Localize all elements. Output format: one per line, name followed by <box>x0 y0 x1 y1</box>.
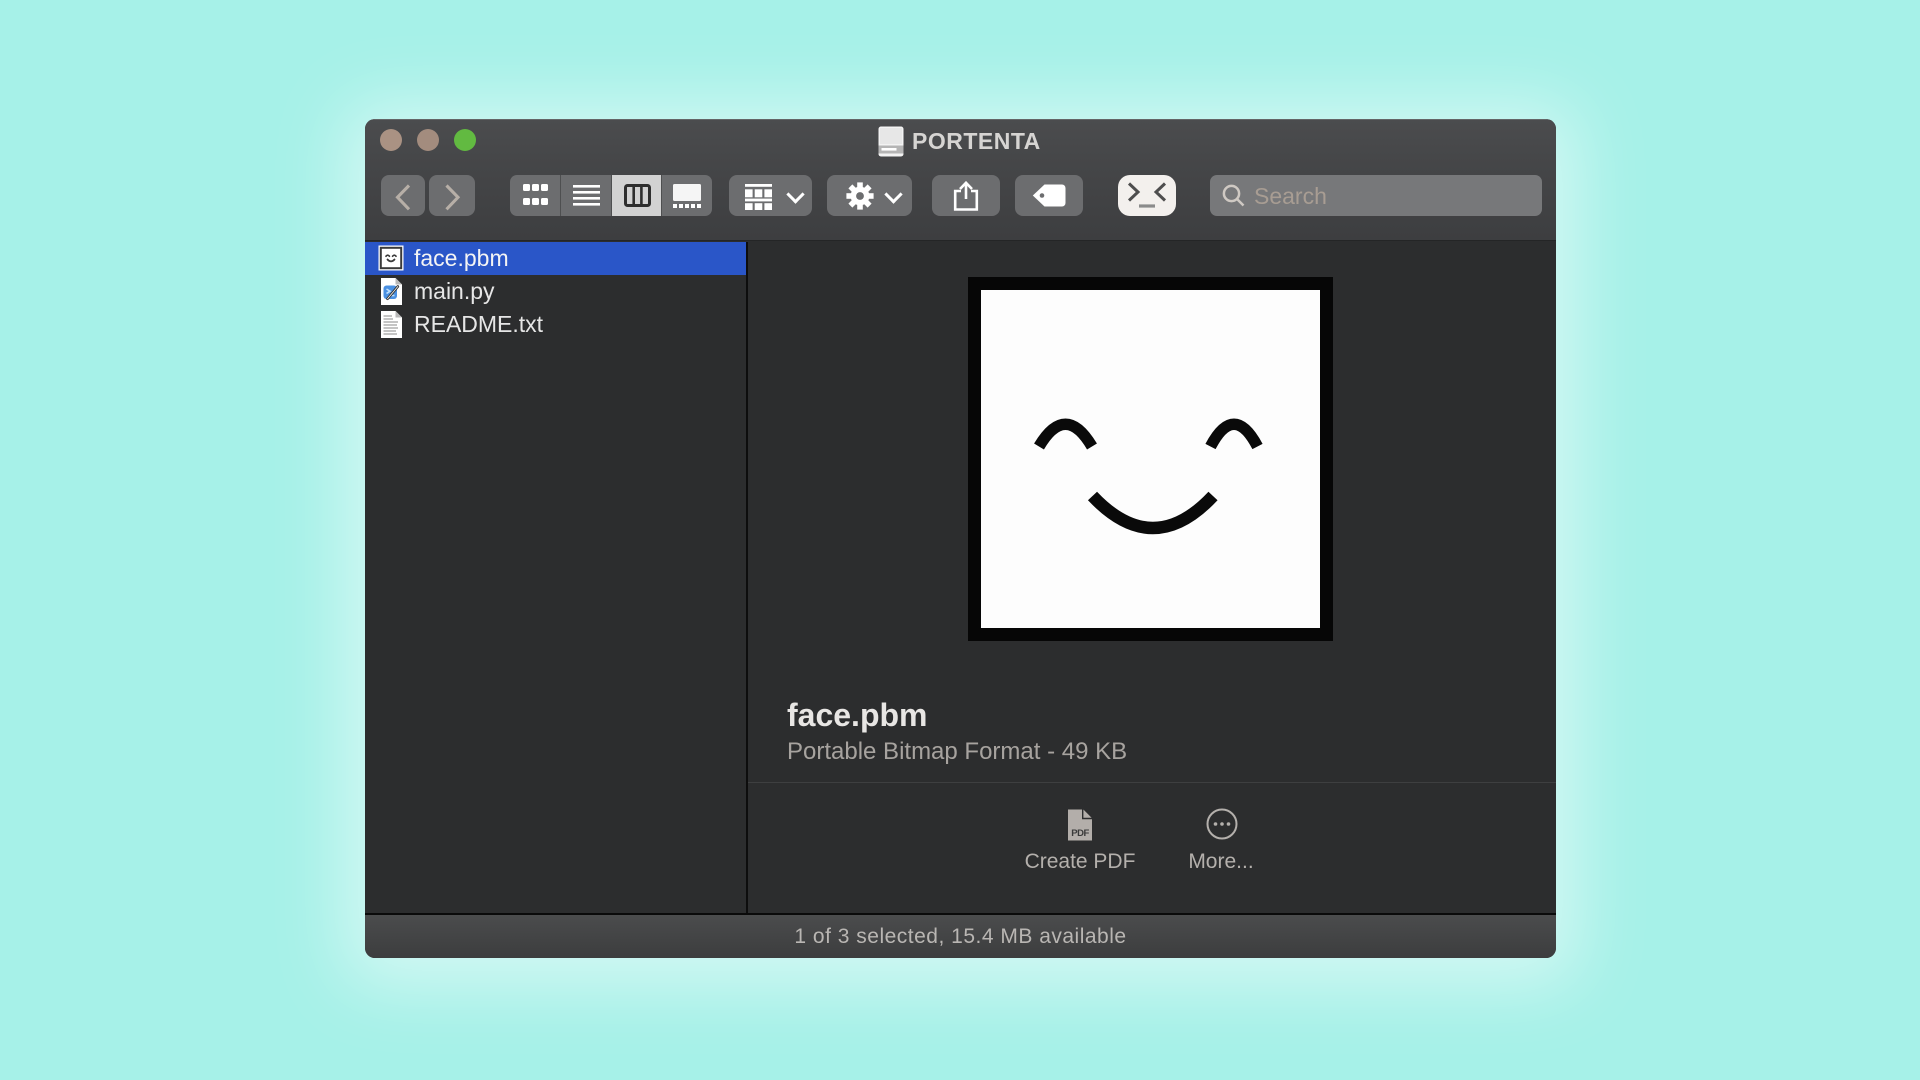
svg-text:PDF: PDF <box>1071 828 1089 839</box>
